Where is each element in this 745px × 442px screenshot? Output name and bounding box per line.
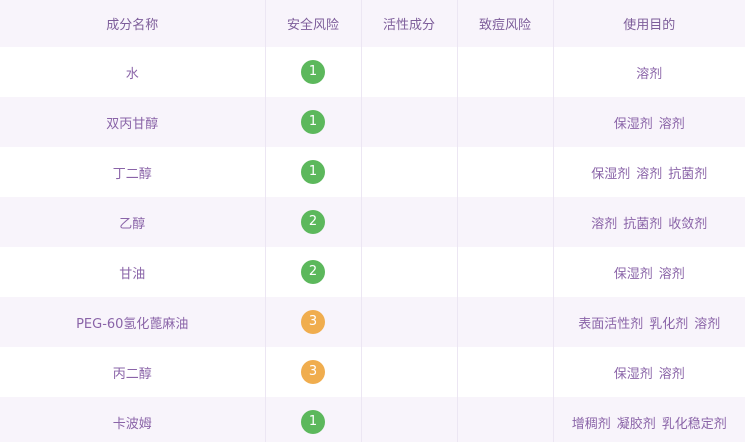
table-row[interactable]: 乙醇 2 溶剂 抗菌剂 收敛剂 (0, 197, 745, 247)
active-ingredient-cell (361, 47, 458, 97)
purpose-tag: 增稠剂 (571, 416, 611, 432)
header-row: 成分名称 安全风险 活性成分 致痘风险 使用目的 (0, 0, 745, 47)
risk-badge: 3 (301, 310, 325, 334)
active-ingredient-cell (361, 97, 458, 147)
safety-risk-cell: 1 (265, 397, 362, 442)
purpose-tag: 保湿剂 (613, 266, 653, 282)
header-ingredient-name: 成分名称 (0, 0, 266, 47)
purpose-cell: 保湿剂 溶剂 (553, 347, 745, 397)
ingredient-name[interactable]: 丁二醇 (0, 147, 266, 197)
safety-risk-cell: 3 (265, 347, 362, 397)
table-row[interactable]: 丁二醇 1 保湿剂 溶剂 抗菌剂 (0, 147, 745, 197)
table-row[interactable]: 水 1 溶剂 (0, 47, 745, 97)
risk-badge: 2 (301, 260, 325, 284)
purpose-tag: 溶剂 (658, 366, 685, 382)
purpose-tag: 溶剂 (636, 66, 663, 82)
safety-risk-cell: 1 (265, 47, 362, 97)
active-ingredient-cell (361, 297, 458, 347)
purpose-tag: 溶剂 (658, 266, 685, 282)
acne-risk-cell (457, 147, 554, 197)
table-row[interactable]: 双丙甘醇 1 保湿剂 溶剂 (0, 97, 745, 147)
purpose-tag: 溶剂 (694, 316, 721, 332)
purpose-cell: 溶剂 (553, 47, 745, 97)
table-row[interactable]: 甘油 2 保湿剂 溶剂 (0, 247, 745, 297)
header-active-ingredient: 活性成分 (361, 0, 458, 47)
header-purpose: 使用目的 (623, 18, 676, 33)
ingredient-name[interactable]: 乙醇 (0, 197, 266, 247)
purpose-tag: 乳化剂 (649, 316, 689, 332)
table-header: 成分名称 安全风险 活性成分 致痘风险 使用目的 (0, 0, 745, 47)
ingredient-name[interactable]: 卡波姆 (0, 397, 266, 442)
risk-badge: 1 (301, 160, 325, 184)
ingredient-name[interactable]: 丙二醇 (0, 347, 266, 397)
purpose-tag: 乳化稳定剂 (661, 416, 727, 432)
active-ingredient-cell (361, 397, 458, 442)
active-ingredient-cell (361, 347, 458, 397)
purpose-cell: 溶剂 抗菌剂 收敛剂 (553, 197, 745, 247)
acne-risk-cell (457, 247, 554, 297)
table-row[interactable]: 卡波姆 1 增稠剂 凝胶剂 乳化稳定剂 (0, 397, 745, 442)
safety-risk-cell: 1 (265, 97, 362, 147)
purpose-tag: 收敛剂 (668, 216, 708, 232)
safety-risk-cell: 2 (265, 197, 362, 247)
purpose-tag: 抗菌剂 (668, 166, 708, 182)
purpose-tag: 溶剂 (591, 216, 618, 232)
acne-risk-cell (457, 397, 554, 442)
safety-risk-cell: 3 (265, 297, 362, 347)
risk-badge: 1 (301, 110, 325, 134)
safety-risk-cell: 2 (265, 247, 362, 297)
purpose-cell: 增稠剂 凝胶剂 乳化稳定剂 (553, 397, 745, 442)
ingredient-table: 成分名称 安全风险 活性成分 致痘风险 使用目的 水 1 溶剂 双丙甘醇 1 保湿剂 溶剂丁… (0, 0, 745, 442)
ingredient-name[interactable]: 双丙甘醇 (0, 97, 266, 147)
ingredient-name[interactable]: 甘油 (0, 247, 266, 297)
purpose-tag: 保湿剂 (613, 116, 653, 132)
purpose-tag: 溶剂 (636, 166, 663, 182)
header-safety-risk: 安全风险 (265, 0, 362, 47)
purpose-cell: 保湿剂 溶剂 (553, 247, 745, 297)
purpose-tag: 表面活性剂 (578, 316, 644, 332)
risk-badge: 3 (301, 360, 325, 384)
purpose-cell: 保湿剂 溶剂 抗菌剂 (553, 147, 745, 197)
acne-risk-cell (457, 297, 554, 347)
table-row[interactable]: PEG-60氢化蓖麻油 3 表面活性剂 乳化剂 溶剂 (0, 297, 745, 347)
active-ingredient-cell (361, 147, 458, 197)
acne-risk-cell (457, 347, 554, 397)
purpose-tag: 凝胶剂 (616, 416, 656, 432)
active-ingredient-cell (361, 247, 458, 297)
safety-risk-cell: 1 (265, 147, 362, 197)
risk-badge: 1 (301, 60, 325, 84)
table-body: 水 1 溶剂 双丙甘醇 1 保湿剂 溶剂 丁二醇 1 保湿剂 溶剂 抗菌剂 乙醇 2 溶剂 抗菌剂 收敛剂 甘油 2… (0, 47, 745, 442)
purpose-tag: 溶剂 (658, 116, 685, 132)
acne-risk-cell (457, 197, 554, 247)
purpose-cell: 表面活性剂 乳化剂 溶剂 (553, 297, 745, 347)
ingredient-name[interactable]: PEG-60氢化蓖麻油 (0, 297, 266, 347)
risk-badge: 2 (301, 210, 325, 234)
risk-badge: 1 (301, 410, 325, 434)
acne-risk-cell (457, 47, 554, 97)
header-acne-risk: 致痘风险 (457, 0, 554, 47)
purpose-cell: 保湿剂 溶剂 (553, 97, 745, 147)
purpose-tag: 保湿剂 (591, 166, 631, 182)
active-ingredient-cell (361, 197, 458, 247)
table-row[interactable]: 丙二醇 3 保湿剂 溶剂 (0, 347, 745, 397)
purpose-tag: 抗菌剂 (623, 216, 663, 232)
acne-risk-cell (457, 97, 554, 147)
purpose-tag: 保湿剂 (613, 366, 653, 382)
ingredient-name[interactable]: 水 (0, 47, 266, 97)
